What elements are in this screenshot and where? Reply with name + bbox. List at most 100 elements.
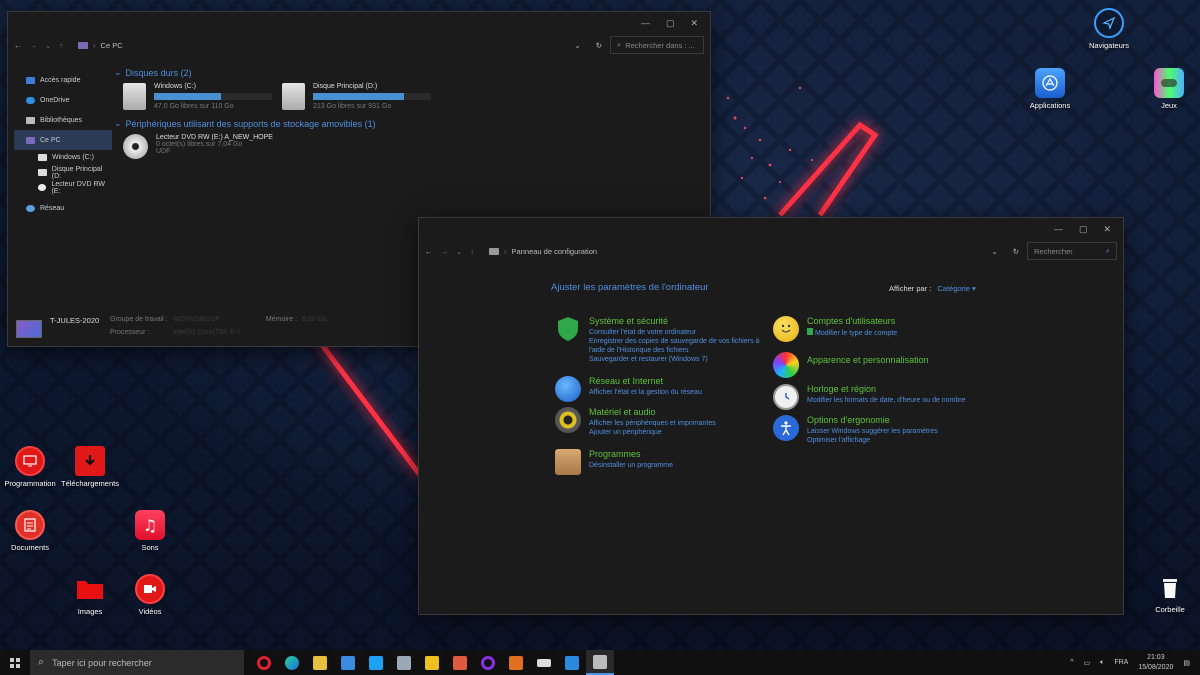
link[interactable]: Sauvegarder et restaurer (Windows 7) — [589, 355, 769, 364]
mail-app[interactable] — [334, 650, 362, 675]
category-systeme-securite[interactable]: Système et sécurité Consulter l'état de … — [555, 316, 769, 364]
clock[interactable]: 21:03 15/08/2020 — [1138, 653, 1173, 673]
sidebar-item-acces-rapide[interactable]: Accès rapide — [14, 70, 112, 90]
minimize-icon[interactable]: — — [641, 18, 650, 28]
sidebar-item-dvd-e[interactable]: Lecteur DVD RW (E: — [14, 180, 112, 195]
image-app[interactable] — [446, 650, 474, 675]
category-options-ergonomie[interactable]: Options d'ergonomie Laisser Windows sugg… — [773, 415, 938, 445]
back-arrow-icon[interactable]: ← — [425, 247, 433, 256]
chevron-down-icon[interactable]: ⌄ — [574, 41, 580, 50]
desktop-icon-telechargements[interactable]: Téléchargements — [55, 446, 125, 488]
twitter-app[interactable] — [362, 650, 390, 675]
sidebar-item-reseau[interactable]: Réseau — [14, 198, 112, 218]
vlc-style-app[interactable] — [502, 650, 530, 675]
norton-app[interactable] — [418, 650, 446, 675]
chevron-down-icon[interactable]: ⌄ — [45, 41, 51, 50]
sidebar-item-disque-d[interactable]: Disque Principal (D: — [14, 165, 112, 180]
download-icon — [75, 446, 105, 476]
link[interactable]: Optimiser l'affichage — [807, 436, 938, 445]
vscode-app[interactable] — [558, 650, 586, 675]
mail-icon — [341, 655, 355, 670]
notifications-icon[interactable]: ▤ — [1183, 659, 1190, 667]
drive-tile-dvd[interactable]: Lecteur DVD RW (E:) A_NEW_HOPE 0 octet(s… — [123, 134, 273, 159]
taskbar: ⌕ Taper ici pour rechercher ^ ▭ 🔈︎ FRA 2… — [0, 650, 1200, 675]
music-note-icon: ♫ — [135, 510, 165, 540]
drive-usage-bar — [154, 93, 272, 100]
chevron-down-icon[interactable]: ⌄ — [991, 247, 997, 256]
section-disques-durs[interactable]: ⌄ Disques durs (2) — [114, 67, 192, 78]
language-indicator[interactable]: FRA — [1114, 659, 1128, 666]
maximize-icon[interactable]: ▢ — [1079, 224, 1088, 235]
desktop-icon-sons[interactable]: ♫ Sons — [115, 510, 185, 552]
opera-icon — [257, 655, 271, 670]
network-app[interactable] — [390, 650, 418, 675]
up-arrow-icon[interactable]: ↑ — [470, 247, 474, 256]
desktop-icon-videos[interactable]: Vidéos — [115, 574, 185, 616]
forward-arrow-icon[interactable]: → — [441, 247, 449, 256]
back-arrow-icon[interactable]: ← — [14, 41, 22, 50]
this-pc-icon — [78, 41, 89, 49]
ring-icon — [481, 655, 495, 670]
sidebar-item-windows-c[interactable]: Windows (C:) — [14, 150, 112, 165]
minimize-icon[interactable]: — — [1054, 224, 1063, 234]
link[interactable]: Consulter l'état de votre ordinateur — [589, 328, 769, 337]
link[interactable]: Modifier les formats de date, d'heure ou… — [807, 396, 966, 405]
category-reseau-internet[interactable]: Réseau et Internet Afficher l'état et la… — [555, 376, 702, 402]
sidebar-item-ce-pc[interactable]: Ce PC — [14, 130, 112, 150]
link[interactable]: Afficher les périphériques et imprimante… — [589, 419, 716, 428]
refresh-icon[interactable]: ↻ — [1013, 247, 1019, 256]
address-bar[interactable]: › Panneau de configuration ⌄ — [482, 242, 1005, 260]
edge-app[interactable] — [278, 650, 306, 675]
category-comptes-utilisateurs[interactable]: Comptes d'utilisateurs Modifier le type … — [773, 316, 897, 342]
category-materiel-audio[interactable]: Matériel et audio Afficher les périphéri… — [555, 407, 716, 437]
chevron-down-icon: ⌄ — [114, 67, 122, 77]
close-icon[interactable]: ✕ — [1103, 224, 1111, 235]
link[interactable]: Enregistrer des copies de sauvegarde de … — [589, 337, 769, 355]
desktop-icon-applications[interactable]: Applications — [1015, 68, 1085, 110]
drive-tile-c[interactable]: Windows (C:) 47,0 Go libres sur 110 Go — [123, 83, 272, 110]
address-text: Panneau de configuration — [511, 246, 598, 256]
control-panel-window[interactable]: — ▢ ✕ ← → ⌄ ↑ › Panneau de configuration… — [418, 217, 1124, 615]
desktop-icon-jeux[interactable]: Jeux — [1134, 68, 1200, 110]
taskbar-search-input[interactable]: ⌕ Taper ici pour rechercher — [30, 650, 244, 675]
desktop-icon-corbeille[interactable]: Corbeille — [1135, 572, 1200, 614]
link[interactable]: Afficher l'état et la gestion du réseau — [589, 388, 702, 397]
file-explorer-app[interactable] — [306, 650, 334, 675]
explorer-sidebar: Accès rapide OneDrive Bibliothèques Ce P… — [14, 70, 112, 218]
search-input[interactable]: Rechercher ⌕ — [1027, 242, 1117, 260]
maximize-icon[interactable]: ▢ — [666, 18, 675, 29]
volume-icon[interactable]: 🔈︎ — [1100, 659, 1104, 667]
forward-arrow-icon[interactable]: → — [30, 41, 38, 50]
gamepad-icon — [1154, 68, 1184, 98]
drive-usage-bar — [313, 93, 431, 100]
category-programmes[interactable]: Programmes Désinstaller un programme — [555, 449, 673, 475]
computer-icon — [26, 136, 35, 144]
steam-style-app[interactable] — [530, 650, 558, 675]
close-icon[interactable]: ✕ — [690, 18, 698, 29]
start-button[interactable] — [0, 650, 30, 675]
network-icon[interactable]: ▭ — [1084, 659, 1091, 667]
chevron-up-icon[interactable]: ^ — [1070, 659, 1073, 666]
address-bar[interactable]: › Ce PC ⌄ — [71, 36, 588, 54]
vscode-icon — [565, 655, 579, 670]
chevron-down-icon[interactable]: ⌄ — [456, 247, 462, 256]
category-apparence-personnalisation[interactable]: Apparence et personnalisation — [773, 352, 929, 378]
link[interactable]: Ajouter un périphérique — [589, 428, 716, 437]
link[interactable]: Modifier le type de compte — [807, 328, 897, 338]
circle-app[interactable] — [474, 650, 502, 675]
refresh-icon[interactable]: ↻ — [596, 41, 602, 50]
search-input[interactable]: ⌕ Rechercher dans : ... — [610, 36, 704, 54]
drive-tile-d[interactable]: Disque Principal (D:) 213 Go libres sur … — [282, 83, 431, 110]
desktop-icon-navigateurs[interactable]: Navigateurs — [1074, 8, 1144, 50]
category-horloge-region[interactable]: Horloge et région Modifier les formats d… — [773, 384, 966, 410]
sidebar-item-onedrive[interactable]: OneDrive — [14, 90, 112, 110]
control-panel-app[interactable] — [586, 650, 614, 675]
desktop-icon-documents[interactable]: Documents — [0, 510, 65, 552]
link[interactable]: Désinstaller un programme — [589, 461, 673, 470]
sidebar-item-bibliotheques[interactable]: Bibliothèques — [14, 110, 112, 130]
opera-app[interactable] — [250, 650, 278, 675]
section-peripheriques[interactable]: ⌄ Périphériques utilisant des supports d… — [114, 118, 376, 129]
up-arrow-icon[interactable]: ↑ — [59, 41, 63, 50]
view-by-dropdown[interactable]: Catégorie ▾ — [937, 284, 975, 293]
link[interactable]: Laisser Windows suggérer les paramètres — [807, 427, 938, 436]
